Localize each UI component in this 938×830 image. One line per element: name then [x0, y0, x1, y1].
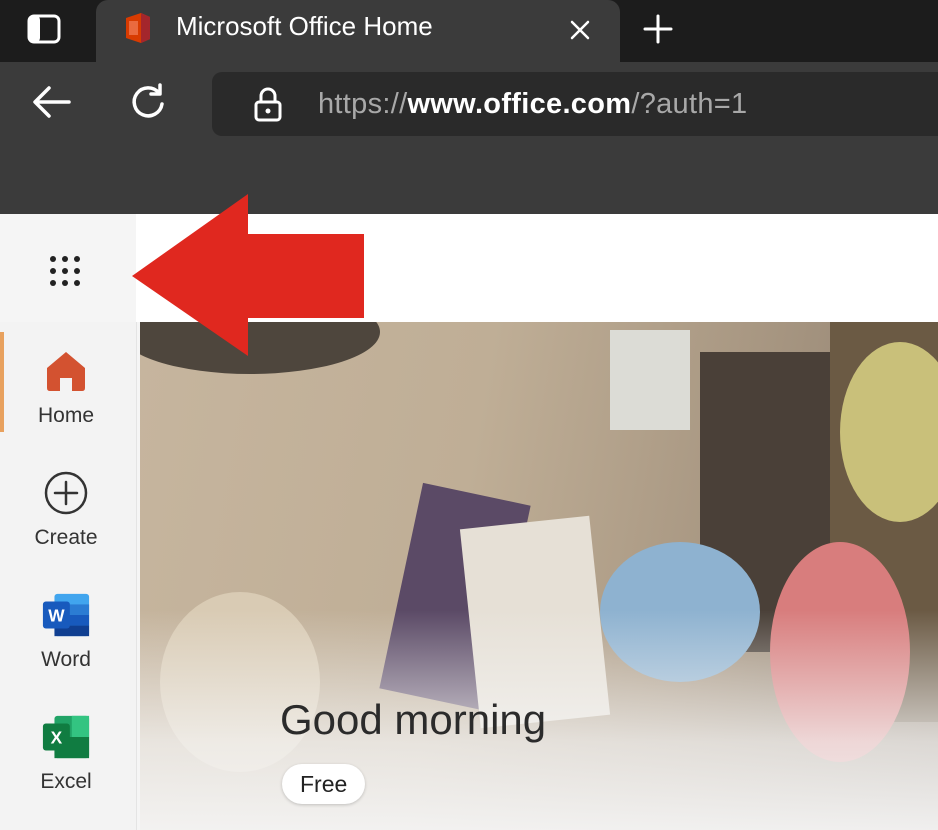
tab-close-button[interactable]: [562, 12, 598, 48]
sidebar-item-word[interactable]: W Word: [0, 580, 132, 690]
home-icon: [41, 346, 91, 396]
excel-icon: X: [41, 712, 91, 762]
sidebar-item-home[interactable]: Home: [0, 336, 132, 446]
back-arrow-icon: [33, 86, 71, 118]
refresh-button[interactable]: [122, 76, 174, 128]
address-bar[interactable]: https://www.office.com/?auth=1: [212, 72, 938, 136]
sidebar-item-excel[interactable]: X Excel: [0, 702, 132, 812]
sidebar-item-label: Word: [41, 648, 91, 671]
sidebar-item-label: Home: [37, 404, 95, 427]
app-launcher-button[interactable]: [40, 246, 90, 296]
url-text: https://www.office.com/?auth=1: [318, 86, 747, 122]
office-logo-icon: [126, 13, 150, 43]
sidebar-item-create[interactable]: Create: [0, 458, 132, 568]
url-host: www.office.com: [407, 88, 632, 120]
back-button[interactable]: [26, 76, 78, 128]
refresh-icon: [132, 83, 164, 118]
tab-actions-icon: [27, 14, 61, 44]
tab-title: Microsoft Office Home: [176, 11, 433, 41]
word-icon: W: [41, 590, 91, 640]
plus-icon: [643, 14, 673, 44]
browser-tab-bar: Microsoft Office Home: [0, 0, 938, 62]
sidebar-item-label: Create: [34, 526, 98, 549]
new-tab-button[interactable]: [634, 8, 682, 50]
tab-actions-button[interactable]: [18, 8, 70, 50]
office-sidebar: Home Create W Word X Excel: [0, 322, 137, 830]
url-path: /?auth=1: [631, 88, 748, 120]
waffle-icon: [50, 256, 80, 286]
plus-circle-icon: [41, 468, 91, 518]
hero-banner: Good morning Free: [140, 322, 938, 830]
url-scheme: https://: [318, 88, 408, 120]
red-arrow-icon: [132, 194, 364, 356]
lock-icon[interactable]: [252, 86, 284, 122]
svg-text:X: X: [51, 728, 63, 748]
greeting-heading: Good morning: [280, 696, 547, 743]
sidebar-item-label: Excel: [40, 770, 92, 793]
svg-text:W: W: [48, 606, 65, 626]
plan-badge: Free: [282, 764, 366, 804]
browser-tab-active[interactable]: Microsoft Office Home: [96, 0, 620, 62]
close-icon: [570, 20, 590, 40]
